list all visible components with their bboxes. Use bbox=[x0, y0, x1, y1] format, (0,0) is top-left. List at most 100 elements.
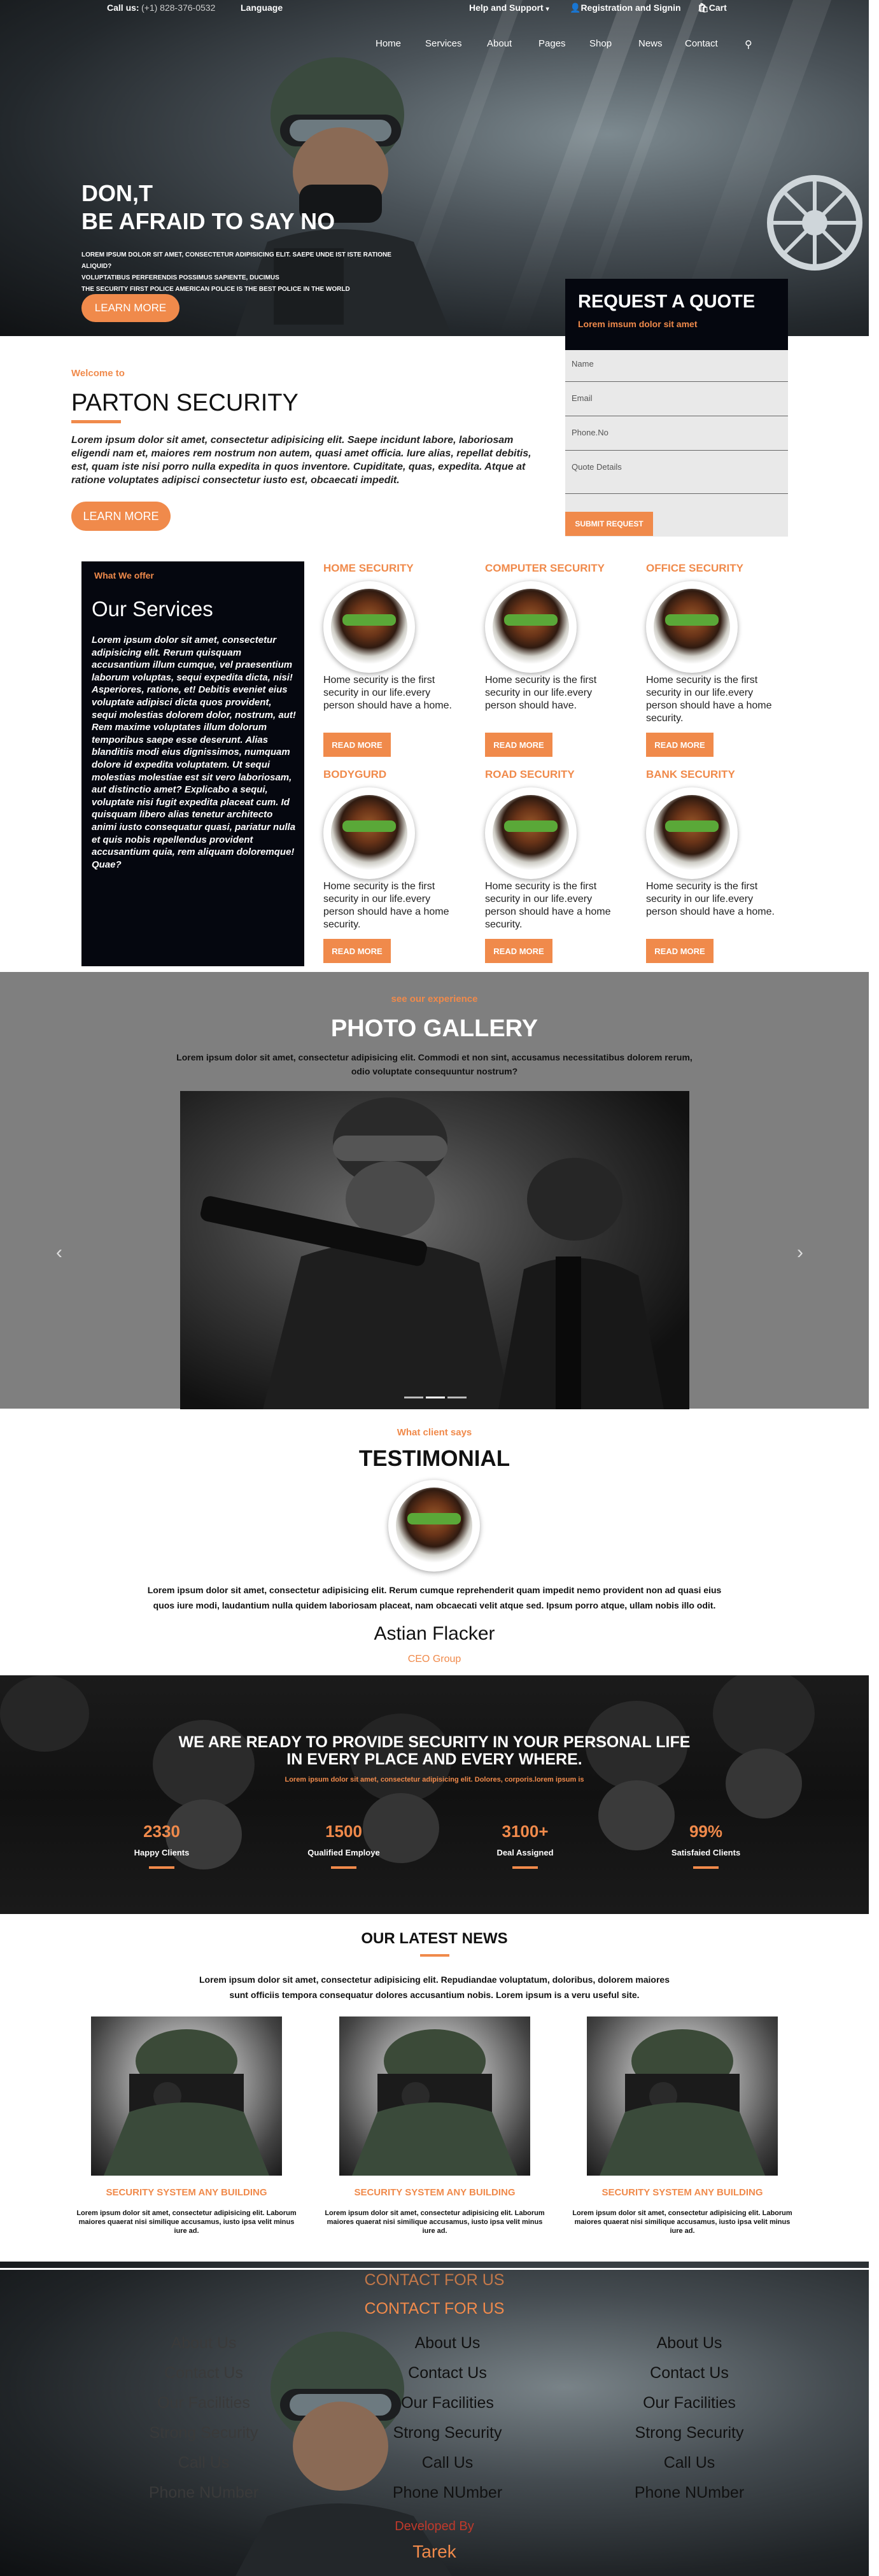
page: Call us: (+1) 828-376-0532 Language Help… bbox=[0, 0, 879, 2576]
stat-happy-clients: 2330 Happy Clients bbox=[98, 1822, 225, 1869]
cart-icon: 🛍 bbox=[698, 3, 709, 13]
nav-news[interactable]: News bbox=[638, 38, 663, 49]
hero-subtext: LOREM IPSUM DOLOR SIT AMET, CONSECTETUR … bbox=[81, 250, 412, 295]
phone-field[interactable]: Phone.No bbox=[565, 419, 788, 451]
register-signin-link[interactable]: 👤Registration and Signin bbox=[570, 3, 681, 13]
slider-dot[interactable] bbox=[404, 1397, 423, 1398]
footer-link[interactable]: About Us bbox=[108, 2328, 299, 2358]
footer-link[interactable]: About Us bbox=[352, 2328, 543, 2358]
read-more-button[interactable]: READ MORE bbox=[323, 733, 391, 757]
footer-links-left: About Us Contact Us Our Facilities Strong S… bbox=[108, 2328, 299, 2508]
read-more-button[interactable]: READ MORE bbox=[485, 939, 552, 963]
service-image bbox=[646, 581, 738, 673]
read-more-button[interactable]: READ MORE bbox=[485, 733, 552, 757]
gallery-text: Lorem ipsum dolor sit amet, consectetur … bbox=[0, 1050, 869, 1078]
title-underline bbox=[71, 420, 121, 423]
news-image[interactable] bbox=[91, 2016, 282, 2176]
ready-subtext: Lorem ipsum dolor sit amet, consectetur … bbox=[285, 1776, 584, 1784]
stat-deals: 3100+ Deal Assigned bbox=[461, 1822, 589, 1869]
footer-link[interactable]: Contact Us bbox=[352, 2358, 543, 2388]
request-quote-form: REQUEST A QUOTE Lorem imsum dolor sit am… bbox=[565, 279, 788, 537]
read-more-button[interactable]: READ MORE bbox=[646, 733, 714, 757]
ready-line-2: IN EVERY PLACE AND EVERY WHERE. bbox=[286, 1750, 582, 1768]
footer-link[interactable]: Contact Us bbox=[108, 2358, 299, 2388]
service-card-road: ROAD SECURITY Home security is the first… bbox=[485, 768, 619, 972]
nav-pages[interactable]: Pages bbox=[538, 38, 566, 49]
footer-link[interactable]: Phone NUmber bbox=[352, 2478, 543, 2508]
footer-link[interactable]: Strong Security bbox=[108, 2418, 299, 2448]
news-underline bbox=[420, 1954, 449, 1957]
footer-link[interactable]: Phone NUmber bbox=[594, 2478, 785, 2508]
footer-links-center: About Us Contact Us Our Facilities Strong S… bbox=[352, 2328, 543, 2508]
service-desc: Home security is the first security in o… bbox=[485, 675, 597, 711]
footer-link[interactable]: Phone NUmber bbox=[108, 2478, 299, 2508]
help-support-dropdown[interactable]: Help and Support ▾ bbox=[469, 3, 549, 13]
about-text: Lorem ipsum dolor sit amet, consectetur … bbox=[71, 435, 531, 486]
news-desc-1: Lorem ipsum dolor sit amet, consectetur … bbox=[76, 2209, 297, 2217]
nav-about[interactable]: About bbox=[487, 38, 512, 49]
news-image[interactable] bbox=[339, 2016, 530, 2176]
service-title: COMPUTER SECURITY bbox=[485, 562, 605, 574]
nav-home[interactable]: Home bbox=[376, 38, 401, 49]
news-item-title[interactable]: SECURITY SYSTEM ANY BUILDING bbox=[78, 2187, 295, 2198]
news-intro-1: Lorem ipsum dolor sit amet, consectetur … bbox=[199, 1974, 670, 1985]
about-learn-more-button[interactable]: LEARN MORE bbox=[71, 502, 171, 531]
news-desc-2: maiores quaerat nisi similique accusamus… bbox=[574, 2218, 791, 2235]
stat-number: 3100+ bbox=[502, 1822, 549, 1841]
stat-number: 2330 bbox=[143, 1822, 180, 1841]
news-image[interactable] bbox=[587, 2016, 778, 2176]
stat-number: 99% bbox=[689, 1822, 723, 1841]
client-name: Astian Flacker bbox=[374, 1623, 495, 1644]
nav-shop[interactable]: Shop bbox=[589, 38, 612, 49]
hero-learn-more-button[interactable]: LEARN MORE bbox=[81, 294, 179, 322]
search-icon[interactable]: ⚲ bbox=[745, 38, 752, 51]
news-item-title[interactable]: SECURITY SYSTEM ANY BUILDING bbox=[327, 2187, 543, 2198]
nav-services[interactable]: Services bbox=[425, 38, 462, 49]
chevron-right-icon[interactable]: › bbox=[797, 1242, 803, 1263]
ready-line-1: WE ARE READY TO PROVIDE SECURITY IN YOUR… bbox=[178, 1733, 691, 1751]
phone-number[interactable]: (+1) 828-376-0532 bbox=[141, 3, 215, 13]
footer-link[interactable]: Call Us bbox=[352, 2448, 543, 2478]
quote-details-field[interactable]: Quote Details bbox=[565, 453, 788, 494]
service-desc: Home security is the first security in o… bbox=[323, 675, 452, 711]
name-field[interactable]: Name bbox=[565, 350, 788, 382]
cart-label: Cart bbox=[708, 3, 727, 13]
service-card-bank: BANK SECURITY Home security is the first… bbox=[646, 768, 780, 972]
language-selector[interactable]: Language bbox=[241, 3, 283, 13]
footer-link[interactable]: Strong Security bbox=[594, 2418, 785, 2448]
news-intro: Lorem ipsum dolor sit amet, consectetur … bbox=[0, 1972, 869, 2002]
footer-link[interactable]: Our Facilities bbox=[352, 2388, 543, 2418]
stat-employees: 1500 Qualified Employe bbox=[280, 1822, 407, 1869]
register-label: Registration and Signin bbox=[580, 3, 681, 13]
submit-request-button[interactable]: SUBMIT REQUEST bbox=[565, 512, 653, 536]
read-more-button[interactable]: READ MORE bbox=[323, 939, 391, 963]
stats-section: WE ARE READY TO PROVIDE SECURITY IN YOUR… bbox=[0, 1675, 869, 1914]
footer-link[interactable]: Call Us bbox=[594, 2448, 785, 2478]
news-desc-2: maiores quaerat nisi similique accusamus… bbox=[327, 2218, 543, 2235]
hero-line-2: BE AFRAID TO SAY NO bbox=[81, 208, 335, 234]
service-card-bodyguard: BODYGURD Home security is the first secu… bbox=[323, 768, 457, 972]
footer-link[interactable]: Our Facilities bbox=[108, 2388, 299, 2418]
slider-dot-active[interactable] bbox=[426, 1397, 445, 1398]
read-more-button[interactable]: READ MORE bbox=[646, 939, 714, 963]
hero-sub-1: LOREM IPSUM DOLOR SIT AMET, CONSECTETUR … bbox=[81, 251, 391, 270]
quote-subtitle: Lorem imsum dolor sit amet bbox=[578, 319, 698, 329]
cart-link[interactable]: 🛍Cart bbox=[698, 3, 727, 13]
footer-link[interactable]: Contact Us bbox=[594, 2358, 785, 2388]
footer-link[interactable]: Our Facilities bbox=[594, 2388, 785, 2418]
police-officers-image bbox=[0, 1675, 815, 1869]
footer-link[interactable]: Strong Security bbox=[352, 2418, 543, 2448]
gallery-text-2: odio voluptate consequuntur nostrum? bbox=[351, 1066, 518, 1076]
footer-link[interactable]: Call Us bbox=[108, 2448, 299, 2478]
hero-sub-2: VOLUPTATIBUS PERFERENDIS POSSIMUS SAPIEN… bbox=[81, 274, 279, 281]
nav-contact[interactable]: Contact bbox=[685, 38, 718, 49]
chevron-left-icon[interactable]: ‹ bbox=[56, 1242, 62, 1263]
news-intro-2: sunt officiis tempora consequatur dolore… bbox=[229, 1990, 640, 2000]
service-desc: Home security is the first security in o… bbox=[485, 881, 611, 930]
testimonial-title: TESTIMONIAL bbox=[358, 1446, 510, 1471]
slider-dot[interactable] bbox=[447, 1397, 467, 1398]
email-field[interactable]: Email bbox=[565, 384, 788, 416]
services-intro-panel: What We offer Our Services Lorem ipsum d… bbox=[81, 561, 304, 966]
news-item-title[interactable]: SECURITY SYSTEM ANY BUILDING bbox=[574, 2187, 791, 2198]
footer-link[interactable]: About Us bbox=[594, 2328, 785, 2358]
